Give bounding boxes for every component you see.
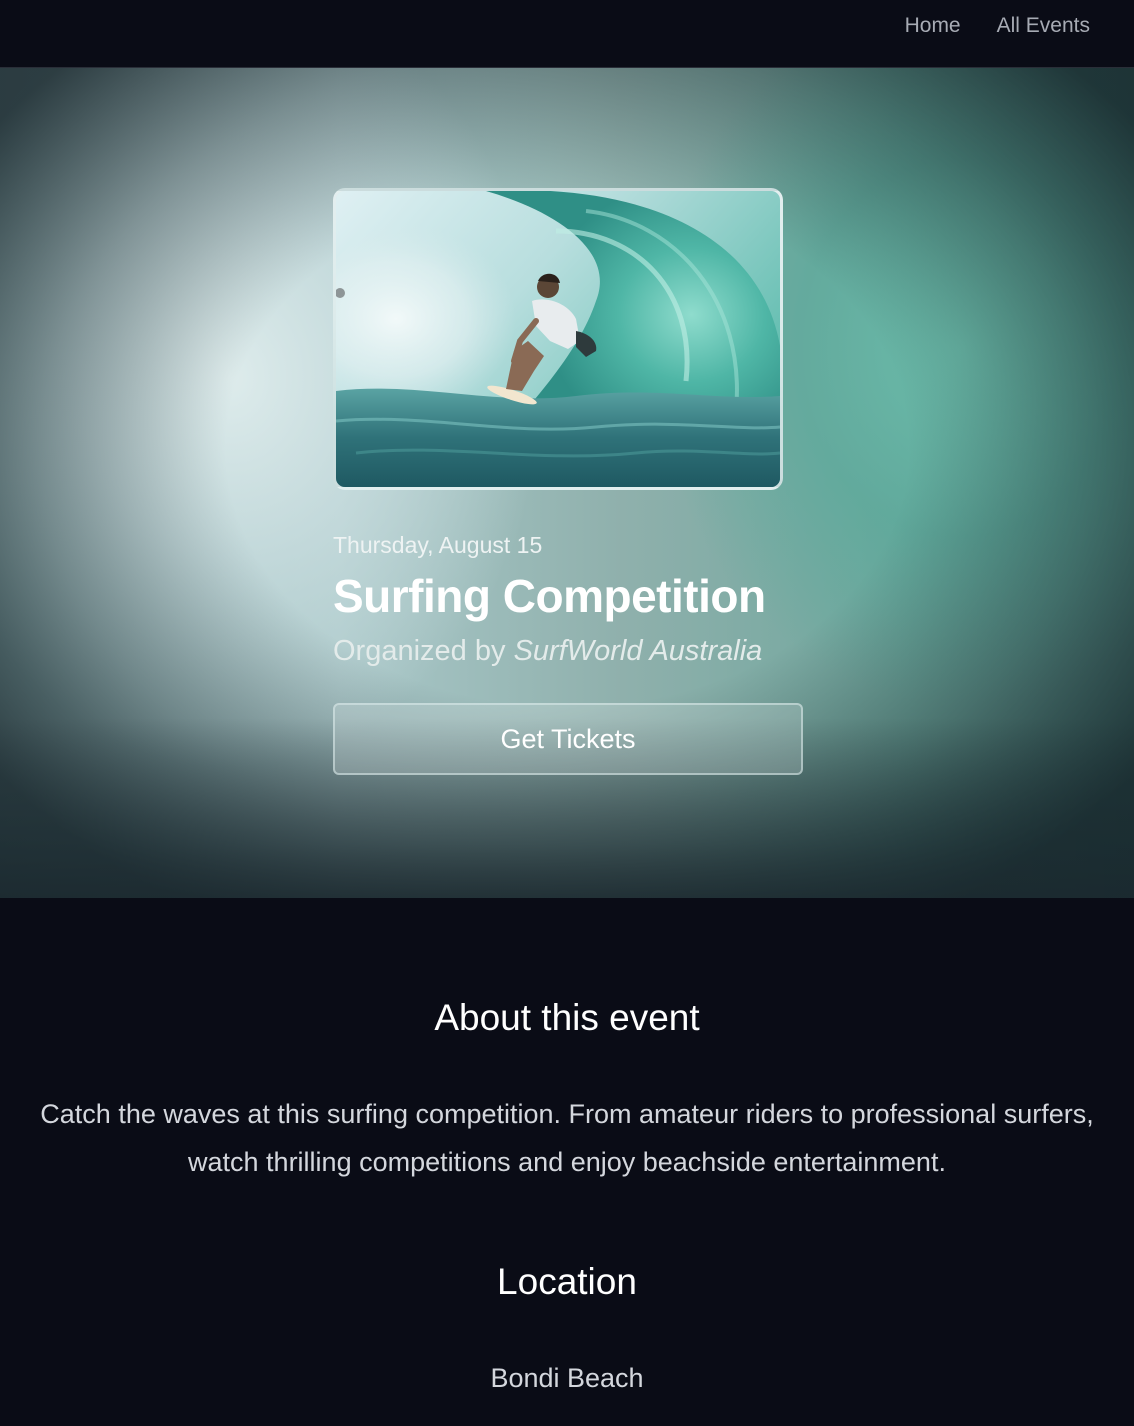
top-navbar: Home All Events — [0, 0, 1134, 68]
location-heading: Location — [497, 1261, 637, 1302]
nav-all-events-link[interactable]: All Events — [997, 13, 1090, 39]
event-card: Thursday, August 15 Surfing Competition … — [333, 188, 803, 775]
event-image — [333, 188, 783, 490]
nav-links: Home All Events — [905, 13, 1090, 39]
organizer-prefix: Organized by — [333, 635, 506, 667]
event-details: About this event Catch the waves at this… — [0, 898, 1134, 1426]
organizer-name[interactable]: SurfWorld Australia — [514, 635, 763, 667]
about-description: Catch the waves at this surfing competit… — [40, 1099, 1094, 1177]
about-heading: About this event — [434, 997, 700, 1038]
event-title: Surfing Competition — [333, 570, 766, 622]
nav-home-link[interactable]: Home — [905, 13, 961, 39]
event-organizer: Organized by SurfWorld Australia — [333, 632, 803, 670]
surfer-photo-icon — [336, 191, 780, 487]
event-hero: Thursday, August 15 Surfing Competition … — [0, 68, 1134, 898]
get-tickets-button[interactable]: Get Tickets — [333, 703, 803, 775]
event-date: Thursday, August 15 — [333, 532, 543, 558]
location-name: Bondi Beach — [490, 1363, 644, 1393]
